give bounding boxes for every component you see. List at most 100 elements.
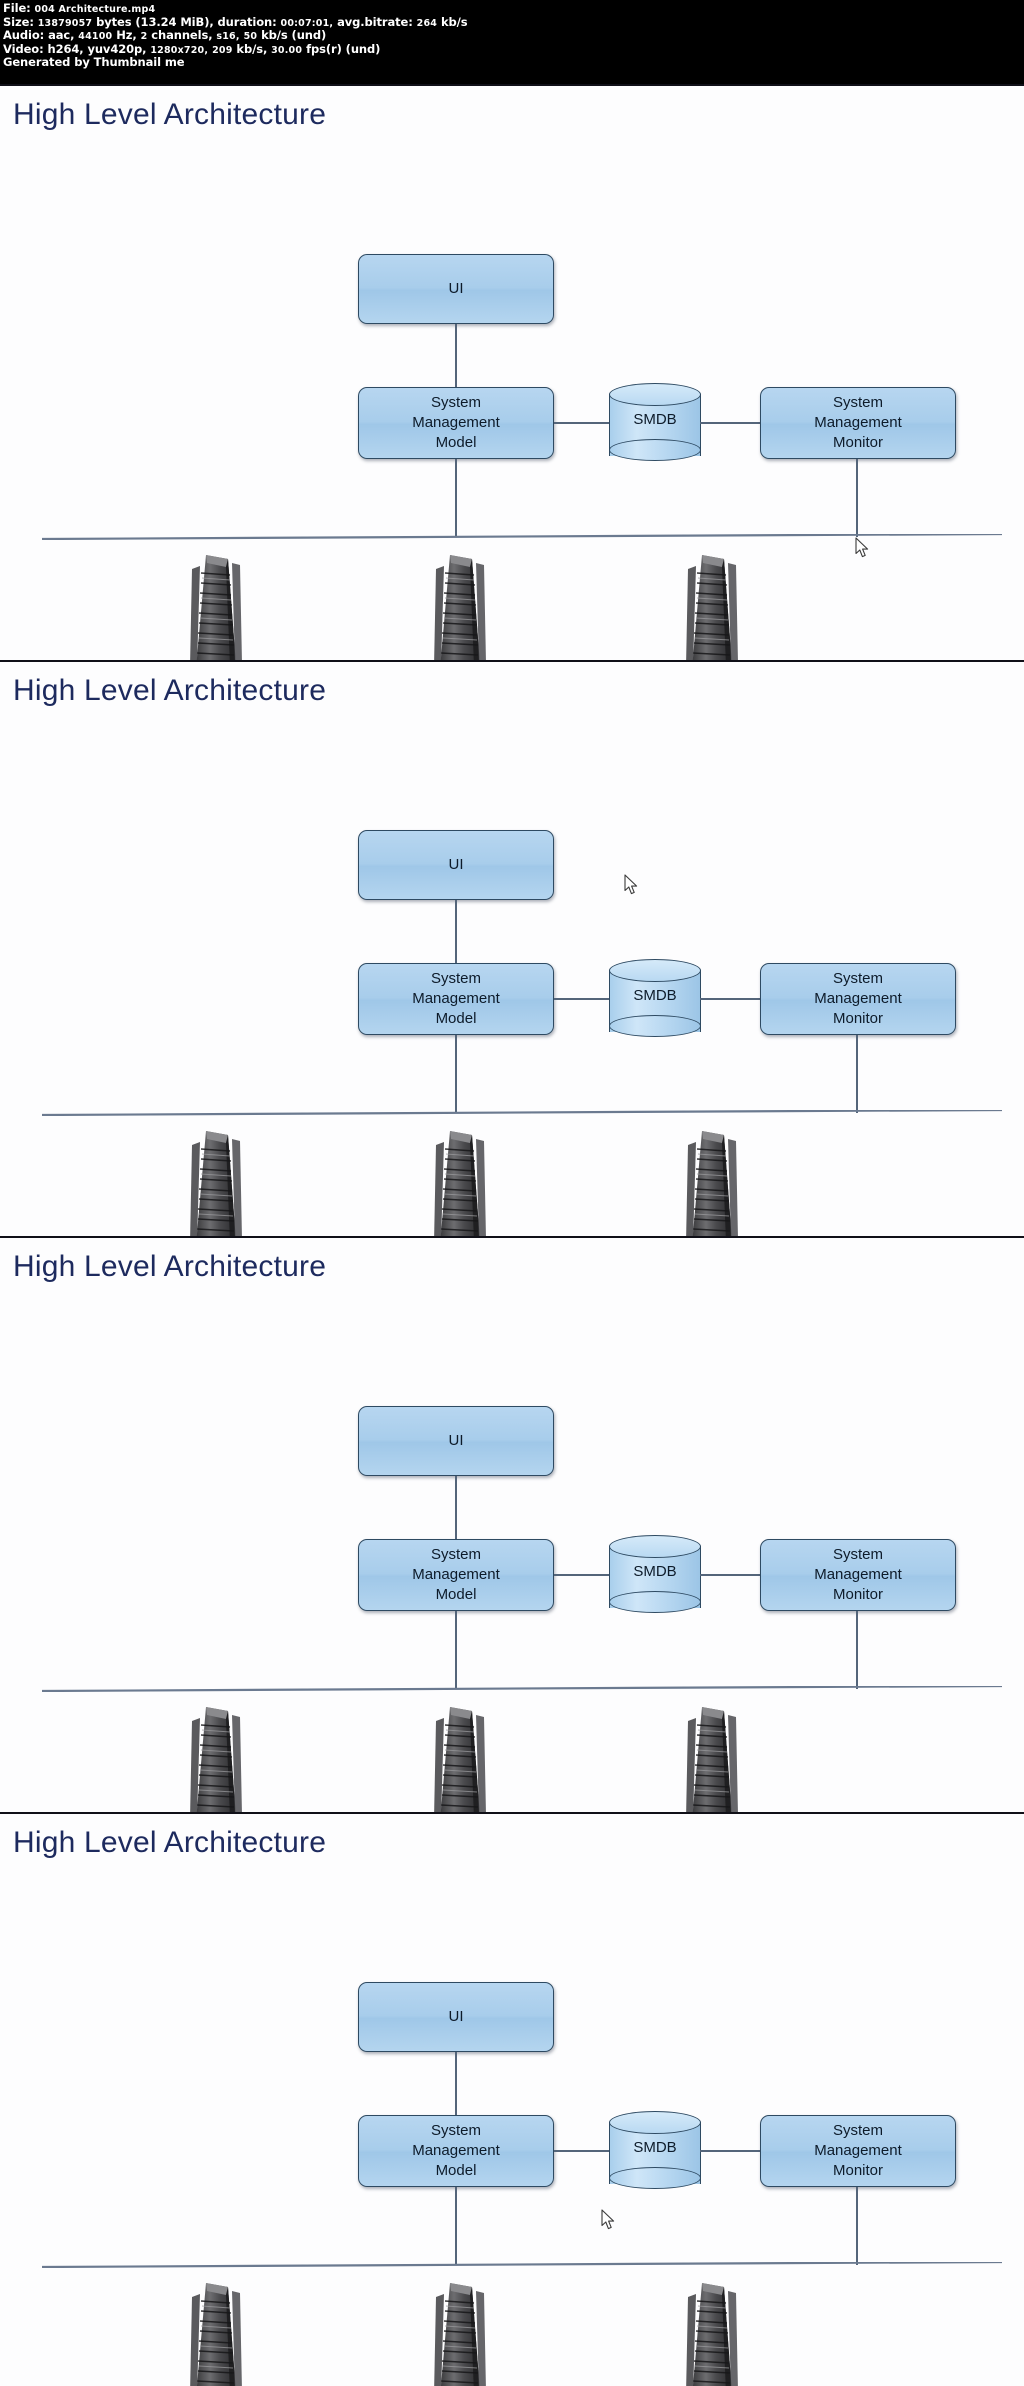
node-monitor-label: System Management Monitor: [814, 1545, 902, 1604]
node-smdb-label: SMDB: [633, 987, 677, 1004]
server-rack-icon: [180, 553, 254, 672]
video-fps: 30.00: [271, 44, 303, 56]
audio-rate-unit: Hz,: [116, 28, 137, 43]
thumbnail-panel[interactable]: High Level Architecture UI System Managem…: [0, 1812, 1024, 2386]
server-rack-icon: [180, 2281, 254, 2386]
connector-model-to-floor: [455, 2187, 457, 2265]
node-system-management-model[interactable]: System Management Model: [358, 1539, 554, 1611]
node-ui[interactable]: UI: [358, 1406, 554, 1476]
floor-divider-line: [42, 2262, 1002, 2268]
media-info-video-line: Video: h264, yuv420p, 1280x720, 209 kb/s…: [3, 41, 1024, 57]
connector-model-to-smdb: [554, 998, 610, 1000]
server-rack-icon: [676, 1129, 750, 1248]
node-system-management-monitor[interactable]: System Management Monitor: [760, 1539, 956, 1611]
server-rack-icon: [180, 1129, 254, 1248]
page-title: High Level Architecture: [13, 674, 327, 707]
node-text-line: Management: [412, 1566, 500, 1584]
node-smdb-database[interactable]: SMDB: [609, 959, 701, 1039]
connector-smdb-to-monitor: [700, 2150, 760, 2152]
video-bitrate: 209: [212, 44, 233, 56]
server-rack-icon: [676, 553, 750, 672]
node-ui[interactable]: UI: [358, 254, 554, 324]
page-title: High Level Architecture: [13, 1826, 327, 1859]
node-text-line: System: [832, 970, 883, 988]
node-ui-label: UI: [448, 280, 464, 298]
slide-canvas: High Level Architecture UI System Managem…: [0, 1238, 1024, 1824]
node-system-management-model[interactable]: System Management Model: [358, 2115, 554, 2187]
node-text-line: Management: [412, 414, 500, 432]
node-text-line: Model: [435, 1585, 477, 1603]
node-system-management-monitor[interactable]: System Management Monitor: [760, 387, 956, 459]
node-ui[interactable]: UI: [358, 1982, 554, 2052]
node-smdb-database[interactable]: SMDB: [609, 1535, 701, 1615]
node-smdb-label: SMDB: [633, 411, 677, 428]
node-model-label: System Management Model: [412, 393, 500, 452]
node-text-line: System: [430, 2122, 481, 2140]
server-rack-icon: [676, 2281, 750, 2386]
node-text-line: Monitor: [832, 1585, 884, 1603]
node-text-line: Monitor: [832, 2161, 884, 2179]
node-text-line: Management: [814, 2142, 902, 2160]
connector-model-to-floor: [455, 459, 457, 537]
bitrate-unit: kb/s: [441, 14, 468, 29]
thumbnail-contact-sheet: File: 004 Architecture.mp4 Size: 1387905…: [0, 0, 1024, 2386]
size-bytes: 13879057: [37, 17, 93, 29]
audio-rate: 44100: [78, 31, 113, 43]
audio-label: Audio:: [3, 28, 45, 43]
size-mib: (13.24 MiB),: [135, 14, 214, 29]
video-pixel-format: yuv420p,: [87, 41, 147, 56]
audio-codec: aac,: [48, 28, 75, 43]
connector-ui-to-model: [455, 2052, 457, 2115]
node-model-label: System Management Model: [412, 969, 500, 1028]
thumbnail-panel[interactable]: High Level Architecture UI System Managem…: [0, 660, 1024, 1250]
node-text-line: Management: [412, 990, 500, 1008]
node-text-line: System: [430, 970, 481, 988]
connector-ui-to-model: [455, 900, 457, 963]
cylinder-bottom-shape: [609, 439, 701, 461]
node-ui-label: UI: [448, 1432, 464, 1450]
slide-canvas: High Level Architecture UI System Managem…: [0, 86, 1024, 672]
node-system-management-model[interactable]: System Management Model: [358, 963, 554, 1035]
thumbnail-panel[interactable]: High Level Architecture UI System Managem…: [0, 1236, 1024, 1826]
connector-smdb-to-monitor: [700, 998, 760, 1000]
bitrate-label: avg.bitrate:: [337, 14, 413, 29]
node-model-label: System Management Model: [412, 1545, 500, 1604]
video-resolution: 1280x720,: [150, 44, 209, 56]
cylinder-bottom-shape: [609, 2167, 701, 2189]
connector-ui-to-model: [455, 324, 457, 387]
server-rack-icon: [180, 1705, 254, 1824]
node-ui-label: UI: [448, 856, 464, 874]
connector-model-to-floor: [455, 1035, 457, 1113]
generator-label: Generated by Thumbnail me: [3, 55, 185, 70]
node-ui[interactable]: UI: [358, 830, 554, 900]
connector-model-to-smdb: [554, 2150, 610, 2152]
connector-smdb-to-monitor: [700, 1574, 760, 1576]
node-system-management-model[interactable]: System Management Model: [358, 387, 554, 459]
server-rack-icon: [424, 1705, 498, 1824]
server-rack-icon: [424, 553, 498, 672]
connector-model-to-smdb: [554, 1574, 610, 1576]
cylinder-top-shape: [609, 959, 701, 982]
audio-bitrate-unit: kb/s (und): [261, 28, 327, 43]
connector-monitor-to-floor: [856, 459, 858, 537]
audio-bitrate: 50: [243, 31, 258, 43]
server-rack-icon: [424, 2281, 498, 2386]
node-text-line: Monitor: [832, 1009, 884, 1027]
node-system-management-monitor[interactable]: System Management Monitor: [760, 2115, 956, 2187]
node-text-line: Monitor: [832, 433, 884, 451]
media-info-audio-line: Audio: aac, 44100 Hz, 2 channels, s16, 5…: [3, 28, 1024, 43]
node-text-line: System: [430, 1546, 481, 1564]
duration-label: duration:: [217, 14, 277, 29]
connector-model-to-floor: [455, 1611, 457, 1689]
file-label: File:: [3, 1, 31, 15]
file-name: 004 Architecture.mp4: [34, 4, 156, 15]
bitrate-value: 264: [416, 17, 438, 29]
size-bytes-unit: bytes: [96, 14, 132, 29]
node-system-management-monitor[interactable]: System Management Monitor: [760, 963, 956, 1035]
node-smdb-database[interactable]: SMDB: [609, 2111, 701, 2191]
node-text-line: Management: [814, 990, 902, 1008]
thumbnail-panel[interactable]: High Level Architecture UI System Managem…: [0, 84, 1024, 674]
node-text-line: Model: [435, 1009, 477, 1027]
node-text-line: Management: [412, 2142, 500, 2160]
node-smdb-database[interactable]: SMDB: [609, 383, 701, 463]
